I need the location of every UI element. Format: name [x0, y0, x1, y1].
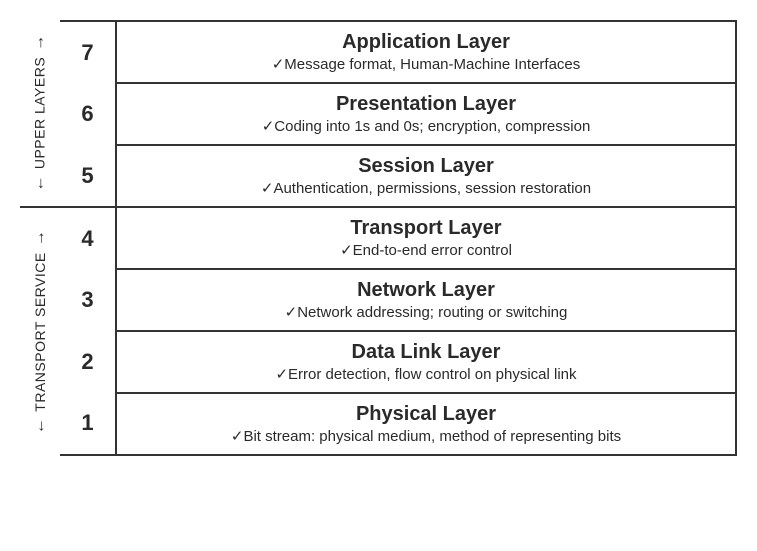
layer-number: 3: [60, 270, 115, 331]
layer-number: 2: [60, 331, 115, 392]
layer-number: 7: [60, 22, 115, 83]
layer-title: Session Layer: [358, 154, 494, 178]
osi-diagram: UPPER LAYERS TRANSPORT SERVICE 7 6 5 4 3…: [20, 20, 737, 456]
layer-desc: Network addressing; routing or switching: [285, 304, 568, 322]
layer-desc: End-to-end error control: [340, 242, 512, 260]
group-label: TRANSPORT SERVICE: [31, 230, 49, 434]
layer-desc: Bit stream: physical medium, method of r…: [231, 428, 621, 446]
layer-title: Data Link Layer: [352, 340, 501, 364]
layer-number: 6: [60, 83, 115, 144]
group-label-text: UPPER LAYERS: [32, 57, 48, 169]
table-row: Data Link Layer Error detection, flow co…: [117, 332, 735, 394]
layer-desc: Error detection, flow control on physica…: [275, 366, 576, 384]
group-labels-column: UPPER LAYERS TRANSPORT SERVICE: [20, 20, 60, 456]
table-row: Presentation Layer Coding into 1s and 0s…: [117, 84, 735, 146]
group-upper-layers: UPPER LAYERS: [20, 20, 60, 208]
table-row: Session Layer Authentication, permission…: [117, 146, 735, 208]
layer-title: Transport Layer: [350, 216, 501, 240]
table-row: Physical Layer Bit stream: physical medi…: [117, 394, 735, 456]
layer-title: Physical Layer: [356, 402, 496, 426]
layer-numbers-column: 7 6 5 4 3 2 1: [60, 20, 115, 456]
layer-title: Application Layer: [342, 30, 510, 54]
table-row: Transport Layer End-to-end error control: [117, 208, 735, 270]
group-label: UPPER LAYERS: [31, 34, 49, 191]
layer-title: Presentation Layer: [336, 92, 516, 116]
layer-number: 4: [60, 208, 115, 269]
table-row: Network Layer Network addressing; routin…: [117, 270, 735, 332]
layer-desc: Coding into 1s and 0s; encryption, compr…: [262, 118, 591, 136]
layer-desc: Authentication, permissions, session res…: [261, 180, 591, 198]
layer-number: 1: [60, 393, 115, 454]
layer-desc: Message format, Human-Machine Interfaces: [272, 56, 581, 74]
table-row: Application Layer Message format, Human-…: [117, 22, 735, 84]
layer-number: 5: [60, 145, 115, 208]
layer-rows-column: Application Layer Message format, Human-…: [115, 20, 737, 456]
group-label-text: TRANSPORT SERVICE: [32, 252, 48, 411]
group-transport-service: TRANSPORT SERVICE: [20, 208, 60, 456]
layer-title: Network Layer: [357, 278, 495, 302]
